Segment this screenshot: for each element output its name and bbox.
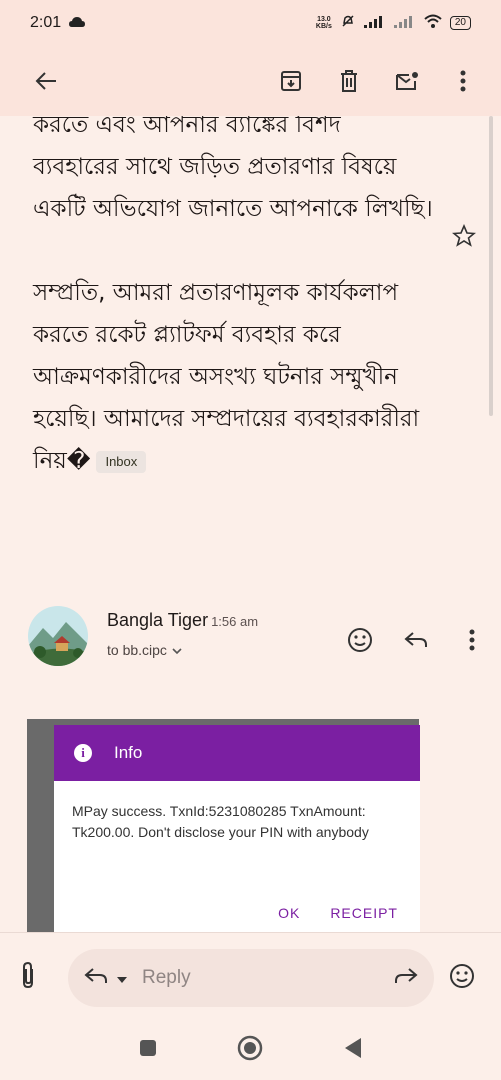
reply-button[interactable]: [392, 616, 440, 664]
star-button[interactable]: [451, 223, 477, 252]
email-content: করতে এবং আপনার ব্যাঙ্কের বিশদ ব্যবহারের …: [0, 116, 501, 932]
network-speed: 13.0 KB/s: [315, 16, 332, 30]
top-app-bar: [0, 46, 501, 116]
info-icon: i: [74, 744, 92, 762]
reply-icon: [404, 632, 427, 647]
react-emoji-button[interactable]: [336, 616, 384, 664]
recents-button[interactable]: [139, 1039, 157, 1061]
star-icon: [451, 223, 477, 247]
emoji-icon: [348, 628, 372, 652]
signal-icon: [363, 14, 386, 32]
avatar[interactable]: [28, 606, 88, 666]
home-button[interactable]: [237, 1035, 263, 1065]
emoji-icon: [450, 964, 474, 988]
dialog-receipt-button: RECEIPT: [330, 905, 398, 921]
sender-row: Bangla Tiger 1:56 am to bb.cipc: [0, 606, 501, 686]
triangle-back-icon: [344, 1038, 361, 1058]
trash-icon: [341, 70, 357, 92]
reply-input[interactable]: Reply: [142, 967, 191, 989]
wifi-icon: [424, 14, 442, 32]
reply-icon: [84, 967, 108, 989]
forward-button[interactable]: [394, 967, 418, 989]
emoji-reaction-button[interactable]: [449, 963, 475, 993]
dialog-body: MPay success. TxnId:5231080285 TxnAmount…: [54, 781, 420, 932]
mark-unread-button[interactable]: [383, 57, 431, 105]
delete-button[interactable]: [325, 57, 373, 105]
dialog-ok-button: OK: [278, 905, 301, 921]
reply-bar[interactable]: Reply: [68, 949, 434, 1007]
more-vert-icon: [469, 629, 475, 651]
mark-unread-icon: [396, 72, 418, 90]
dialog-title: Info: [114, 743, 143, 762]
battery-indicator: 20: [449, 16, 471, 30]
attach-button[interactable]: [20, 961, 36, 993]
sender-name: Bangla Tiger 1:56 am: [107, 610, 259, 630]
status-time: 2:01: [30, 14, 62, 31]
square-icon: [139, 1040, 156, 1056]
back-arrow-icon: [35, 72, 56, 90]
inbox-label-chip[interactable]: Inbox: [96, 450, 147, 473]
dialog-message: MPay success. TxnId:5231080285 TxnAmount…: [72, 803, 369, 840]
bottom-area: Reply: [0, 932, 501, 1080]
email-paragraph-2: সম্প্রতি, আমরা প্রতারণামূলক কার্যকলাপ কর…: [33, 280, 420, 474]
sender-time: 1:56 am: [211, 614, 259, 629]
recipient-details-toggle[interactable]: to bb.cipc: [107, 642, 183, 658]
paperclip-icon: [23, 961, 33, 989]
email-body: করতে এবং আপনার ব্যাঙ্কের বিশদ ব্যবহারের …: [33, 116, 433, 482]
more-vert-icon: [460, 70, 466, 92]
email-paragraph-1: করতে এবং আপনার ব্যাঙ্কের বিশদ ব্যবহারের …: [33, 116, 433, 222]
no-alarm-icon: [340, 14, 356, 32]
forward-icon: [395, 968, 418, 983]
status-bar: 2:01 13.0 KB/s 20: [0, 0, 501, 46]
back-nav-button[interactable]: [343, 1037, 363, 1063]
message-more-button[interactable]: [448, 616, 496, 664]
system-nav-bar: [0, 1029, 501, 1071]
home-circle-icon: [237, 1035, 262, 1061]
reply-type-dropdown[interactable]: [116, 969, 128, 988]
archive-icon: [281, 71, 301, 91]
signal-icon-2: [393, 14, 416, 32]
cloud-icon: [69, 14, 86, 32]
caret-down-icon: [117, 976, 127, 983]
scrollbar[interactable]: [489, 116, 493, 416]
attached-screenshot[interactable]: i Info MPay success. TxnId:5231080285 Tx…: [27, 719, 420, 932]
back-button[interactable]: [22, 57, 70, 105]
dialog-header: i Info: [54, 725, 420, 781]
more-options-button[interactable]: [439, 57, 487, 105]
archive-button[interactable]: [267, 57, 315, 105]
dialog-actions: OK RECEIPT: [278, 903, 398, 924]
sender-actions: [336, 616, 496, 664]
chevron-down-icon: [171, 642, 183, 658]
